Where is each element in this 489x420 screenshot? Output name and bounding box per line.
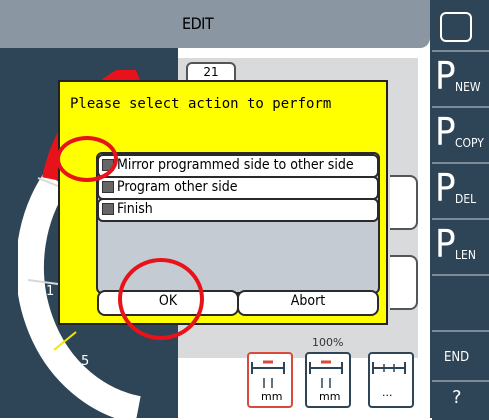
option-finish-label: Finish xyxy=(117,201,153,217)
ring-label-5: 5 xyxy=(81,354,90,369)
tool-measure-dots[interactable]: ... xyxy=(368,352,414,408)
right-sidebar: P NEW P COPY P DEL P LEN END ? xyxy=(430,0,489,420)
page-title: EDIT xyxy=(182,14,214,33)
percent-label: 100% xyxy=(312,336,344,349)
option-checkbox[interactable] xyxy=(102,203,114,215)
tool-unit-label: mm xyxy=(319,390,341,403)
program-delete-button[interactable]: P DEL xyxy=(432,162,489,220)
program-new-button[interactable]: P NEW xyxy=(432,50,489,108)
help-button[interactable]: ? xyxy=(432,380,489,420)
end-button[interactable]: END xyxy=(432,330,489,382)
ring-label-2: 2 xyxy=(40,198,49,213)
annotation-circle-checkbox xyxy=(56,136,118,182)
tool-unit-label: ... xyxy=(382,386,393,399)
option-mirror[interactable]: Mirror programmed side to other side xyxy=(97,154,379,178)
dialog-prompt: Please select action to perform xyxy=(70,96,332,112)
background-row xyxy=(390,175,418,230)
tool-unit-label: mm xyxy=(261,390,283,403)
action-dialog: Please select action to perform Mirror p… xyxy=(58,80,388,325)
option-mirror-label: Mirror programmed side to other side xyxy=(117,157,354,173)
window-checkbox[interactable] xyxy=(440,12,472,42)
option-finish[interactable]: Finish xyxy=(97,198,379,222)
tool-measure-mm-selected[interactable]: mm xyxy=(247,352,293,408)
title-bar: EDIT xyxy=(0,0,430,48)
option-program-other-side-label: Program other side xyxy=(117,179,238,195)
program-copy-button[interactable]: P COPY xyxy=(432,106,489,164)
sidebar-spacer xyxy=(432,274,489,332)
abort-button[interactable]: Abort xyxy=(237,290,379,316)
background-row xyxy=(390,255,418,310)
ring-label-1: 1 xyxy=(46,284,55,299)
option-checkbox[interactable] xyxy=(102,181,114,193)
annotation-circle-ok xyxy=(118,258,204,340)
tool-measure-mm[interactable]: mm xyxy=(305,352,351,408)
option-program-other-side[interactable]: Program other side xyxy=(97,176,379,200)
program-length-button[interactable]: P LEN xyxy=(432,218,489,276)
